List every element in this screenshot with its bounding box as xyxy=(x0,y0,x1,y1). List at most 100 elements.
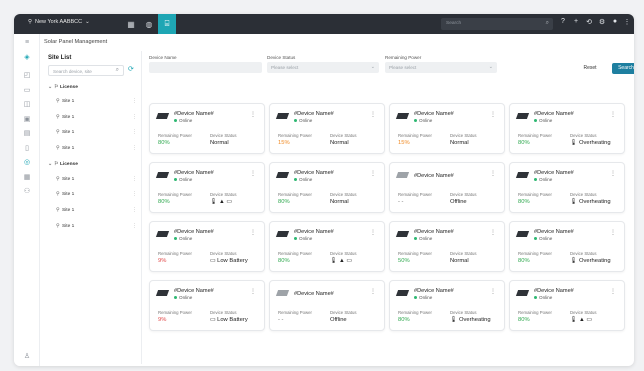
remaining-power-value: 80% xyxy=(518,317,530,323)
more-icon[interactable]: ⋮ xyxy=(132,191,138,197)
device-card[interactable]: #Device Name# Online ⋮ Remaining Power 9% Dev… xyxy=(149,280,265,331)
more-icon[interactable]: ⋮ xyxy=(370,111,376,118)
more-icon[interactable]: ⋮ xyxy=(132,129,138,135)
solar-panel-icon xyxy=(395,290,410,296)
online-dot xyxy=(294,178,297,181)
nav-icon-2[interactable]: ▭ xyxy=(22,86,32,96)
device-status-label: Device Status xyxy=(210,251,237,256)
tree-group-license[interactable]: ⌄ ⚐ License xyxy=(48,82,138,92)
nav-icon-3[interactable]: ◫ xyxy=(22,100,32,110)
more-icon[interactable]: ⋮ xyxy=(132,223,138,229)
search-button[interactable]: Search xyxy=(612,63,634,74)
device-card[interactable]: #Device Name# Online ⋮ Remaining Power 15% De… xyxy=(389,103,505,154)
device-card[interactable]: #Device Name# Online ⋮ Remaining Power 80% De… xyxy=(149,103,265,154)
more-icon[interactable]: ⋮ xyxy=(610,111,616,118)
tree-site-item[interactable]: ⚲ Site 1 ⋮ xyxy=(56,189,138,199)
solar-panel-icon xyxy=(275,231,290,237)
device-card[interactable]: #Device Name# Online ⋮ Remaining Power 80% De… xyxy=(509,280,625,331)
site-search-input[interactable]: Search device, site ⌕ xyxy=(48,65,124,76)
tree-site-item[interactable]: ⚲ Site 1 ⋮ xyxy=(56,205,138,215)
more-icon[interactable]: ⋮ xyxy=(132,207,138,213)
more-icon[interactable]: ⋮ xyxy=(132,176,138,182)
device-card[interactable]: #Device Name# Online ⋮ Remaining Power 80% De… xyxy=(509,162,625,213)
more-icon[interactable]: ⋮ xyxy=(250,288,256,295)
more-icon[interactable]: ⋮ xyxy=(370,170,376,177)
more-icon[interactable]: ⋮ xyxy=(370,229,376,236)
location-selector[interactable]: ⚲ New York AABBCC ⌄ xyxy=(28,19,90,25)
tree-group-license[interactable]: ⌄ ⚐ License xyxy=(48,159,138,169)
device-status-value: Normal xyxy=(450,140,469,146)
plus-icon[interactable]: + xyxy=(571,18,581,25)
device-name: #Device Name# xyxy=(174,229,214,235)
refresh-icon[interactable]: ⟳ xyxy=(128,65,134,73)
more-icon[interactable]: ⋮ xyxy=(622,18,632,26)
device-card[interactable]: #Device Name# ⋮ Remaining Power - - Device S… xyxy=(389,162,505,213)
nav-icon-7[interactable]: ◎ xyxy=(22,158,32,168)
reset-button[interactable]: Reset xyxy=(576,63,604,74)
account-icon[interactable]: ♙ xyxy=(22,352,32,362)
device-card[interactable]: #Device Name# Online ⋮ Remaining Power 50% De… xyxy=(389,221,505,272)
remaining-power-value: 9% xyxy=(158,317,167,323)
globe-icon[interactable]: ◍ xyxy=(140,14,158,34)
more-icon[interactable]: ⋮ xyxy=(610,229,616,236)
more-icon[interactable]: ⋮ xyxy=(370,288,376,295)
device-name: #Device Name# xyxy=(414,229,454,235)
more-icon[interactable]: ⋮ xyxy=(250,111,256,118)
more-icon[interactable]: ⋮ xyxy=(490,288,496,295)
thermometer-icon: 🌡︎ xyxy=(570,199,578,205)
solar-panel-icon[interactable]: ⌸ xyxy=(158,14,176,34)
online-status: Online xyxy=(534,118,552,123)
device-card[interactable]: #Device Name# Online ⋮ Remaining Power 9% Dev… xyxy=(149,221,265,272)
more-icon[interactable]: ⋮ xyxy=(132,98,138,104)
more-icon[interactable]: ⋮ xyxy=(132,145,138,151)
more-icon[interactable]: ⋮ xyxy=(132,114,138,120)
solar-panel-icon xyxy=(275,290,290,296)
more-icon[interactable]: ⋮ xyxy=(610,170,616,177)
device-card-grid: #Device Name# Online ⋮ Remaining Power 80% De… xyxy=(149,103,634,335)
device-card[interactable]: #Device Name# Online ⋮ Remaining Power 80% De… xyxy=(269,162,385,213)
nav-icon-1[interactable]: ◰ xyxy=(22,71,32,81)
tree-site-item[interactable]: ⚲ Site 1 ⋮ xyxy=(56,174,138,184)
remaining-power-select[interactable]: Please select ⌄ xyxy=(385,62,497,73)
more-icon[interactable]: ⋮ xyxy=(250,229,256,236)
device-card[interactable]: #Device Name# Online ⋮ Remaining Power 80% De… xyxy=(509,221,625,272)
pin-icon: ⚲ xyxy=(28,19,33,25)
grid-icon[interactable]: ▦ xyxy=(122,14,140,34)
tree-site-item[interactable]: ⚲ Site 1 ⋮ xyxy=(56,221,138,231)
more-icon[interactable]: ⋮ xyxy=(610,288,616,295)
device-status-select[interactable]: Please select ⌄ xyxy=(267,62,379,73)
device-card[interactable]: #Device Name# Online ⋮ Remaining Power 15% De… xyxy=(269,103,385,154)
more-icon[interactable]: ⋮ xyxy=(490,170,496,177)
device-card[interactable]: #Device Name# ⋮ Remaining Power - - Device S… xyxy=(269,280,385,331)
device-status-value: 🌡 ▲ ▭ xyxy=(570,317,592,323)
online-dot xyxy=(294,237,297,240)
solar-nav-icon[interactable]: ◈ xyxy=(22,53,32,63)
nav-icon-4[interactable]: ▣ xyxy=(22,115,32,125)
solar-panel-icon xyxy=(275,172,290,178)
tree-site-item[interactable]: ⚲ Site 1 ⋮ xyxy=(56,143,138,153)
sync-icon[interactable]: ⟲ xyxy=(584,18,594,26)
online-dot xyxy=(534,237,537,240)
nav-icon-6[interactable]: ▯ xyxy=(22,144,32,154)
nav-icon-5[interactable]: ▤ xyxy=(22,129,32,139)
tree-site-item[interactable]: ⚲ Site 1 ⋮ xyxy=(56,127,138,137)
tree-site-item[interactable]: ⚲ Site 1 ⋮ xyxy=(56,96,138,106)
settings-icon[interactable]: ⚙ xyxy=(597,18,607,26)
device-name-input[interactable] xyxy=(149,62,262,73)
tree-site-item[interactable]: ⚲ Site 1 ⋮ xyxy=(56,112,138,122)
nav-icon-8[interactable]: ▦ xyxy=(22,173,32,183)
menu-icon[interactable]: ≡ xyxy=(22,38,32,48)
more-icon[interactable]: ⋮ xyxy=(490,229,496,236)
remaining-power-value: - - xyxy=(398,199,404,205)
global-search-input[interactable]: Search ⌕ xyxy=(441,18,553,30)
device-card[interactable]: #Device Name# Online ⋮ Remaining Power 80% De… xyxy=(509,103,625,154)
device-card[interactable]: #Device Name# Online ⋮ Remaining Power 80% De… xyxy=(149,162,265,213)
user-icon[interactable]: ● xyxy=(610,18,620,25)
remaining-power-value: 80% xyxy=(518,258,530,264)
users-icon[interactable]: ⚇ xyxy=(22,187,32,197)
more-icon[interactable]: ⋮ xyxy=(250,170,256,177)
help-icon[interactable]: ? xyxy=(558,18,568,25)
device-card[interactable]: #Device Name# Online ⋮ Remaining Power 80% De… xyxy=(389,280,505,331)
more-icon[interactable]: ⋮ xyxy=(490,111,496,118)
device-card[interactable]: #Device Name# Online ⋮ Remaining Power 80% De… xyxy=(269,221,385,272)
